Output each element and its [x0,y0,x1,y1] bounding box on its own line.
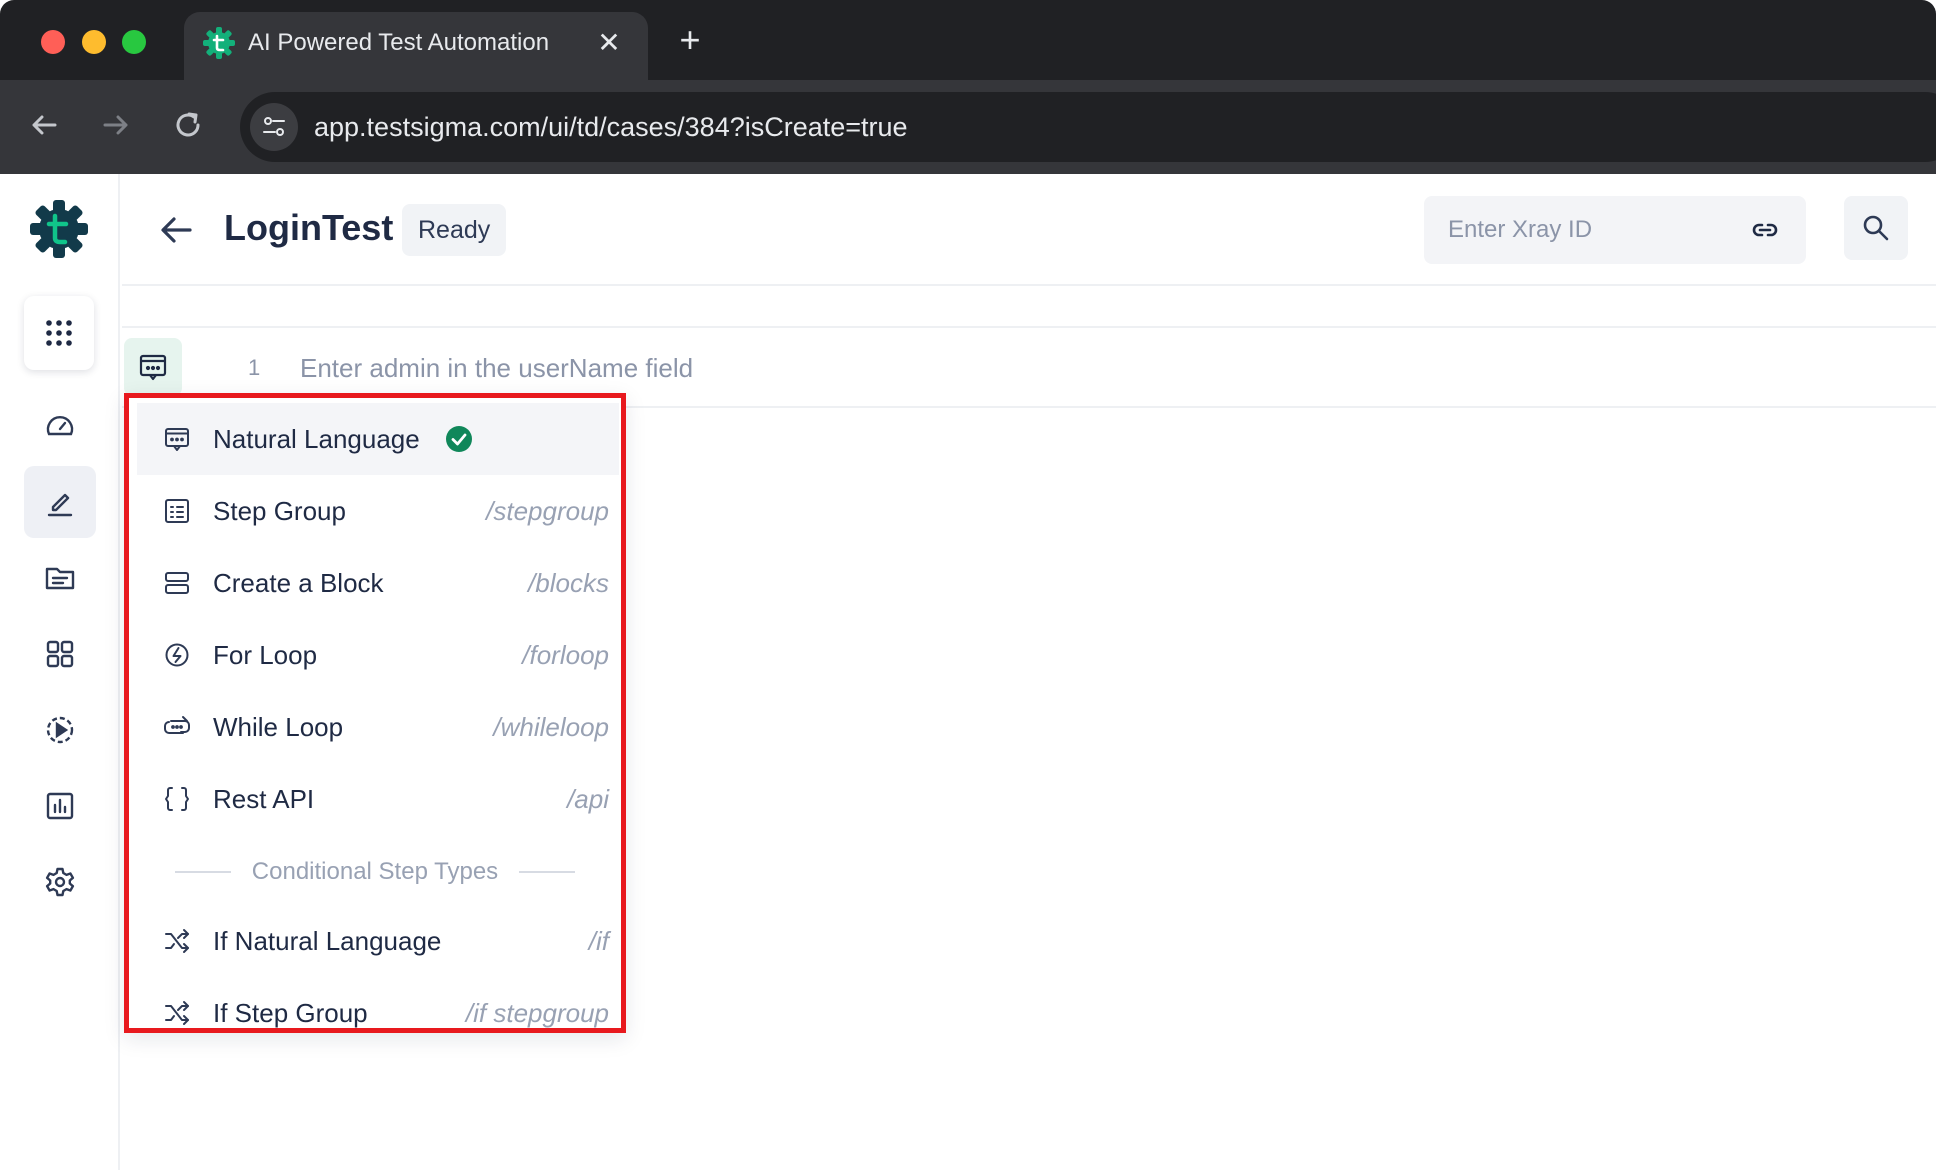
play-circle-icon [46,716,74,744]
url-text[interactable]: app.testsigma.com/ui/td/cases/384?isCrea… [314,110,908,144]
menu-item-shortcut: /api [567,784,609,814]
step-text[interactable]: Enter admin in the userName field [300,350,693,386]
browser-chrome: AI Powered Test Automation ✕ + app.tests… [0,0,1936,174]
menu-item-shortcut: /whileloop [493,712,609,742]
gear-icon [45,867,75,897]
natural-language-icon [165,428,189,451]
pencil-icon [47,493,73,517]
browser-toolbar: app.testsigma.com/ui/td/cases/384?isCrea… [0,80,1936,174]
step-type-button[interactable] [124,338,182,396]
menu-item-for-loop[interactable]: For Loop /forloop [137,619,619,691]
braces-icon [165,787,189,811]
check-circle-icon [446,426,472,452]
sidebar-item-test-data[interactable] [24,542,96,614]
menu-item-label: Natural Language [213,424,420,454]
sidebar-item-reports[interactable] [24,770,96,842]
testsigma-favicon-icon [203,27,235,59]
apps-grid-button[interactable] [24,296,94,370]
sidebar-item-addons[interactable] [24,618,96,690]
step-number: 1 [248,355,261,380]
sidebar-item-test-development[interactable] [24,466,96,538]
grid-dots-icon [46,320,72,346]
back-icon[interactable] [24,105,64,145]
search-button[interactable] [1844,196,1908,260]
tab-close-icon[interactable]: ✕ [594,28,624,58]
menu-item-label: For Loop [213,640,318,670]
shuffle-icon [165,929,189,953]
status-badge: Ready [402,204,507,256]
step-group-icon [165,499,189,523]
menu-item-label: If Natural Language [213,926,442,956]
tab-title: AI Powered Test Automation [248,29,550,56]
sidebar-item-dashboard[interactable] [24,390,96,462]
menu-item-rest-api[interactable]: Rest API /api [137,763,619,835]
testsigma-logo-icon[interactable] [28,198,90,260]
menu-item-step-group[interactable]: Step Group /stepgroup [137,475,619,547]
window-close-button[interactable] [41,30,65,54]
menu-item-create-block[interactable]: Create a Block /blocks [137,547,619,619]
sidebar-item-run[interactable] [24,694,96,766]
for-loop-icon [165,643,189,667]
menu-item-label: Step Group [213,496,346,526]
menu-item-shortcut: /forloop [522,640,609,670]
menu-item-if-step-group[interactable]: If Step Group /if stepgroup [137,977,619,1028]
browser-tab-active[interactable]: AI Powered Test Automation ✕ [184,12,648,80]
menu-item-shortcut: /blocks [528,568,609,598]
natural-language-icon [139,354,167,381]
menu-item-while-loop[interactable]: While Loop /whileloop [137,691,619,763]
new-tab-button[interactable]: + [672,22,708,58]
while-loop-icon [164,716,190,734]
search-icon [1863,215,1889,241]
page-title: LoginTest [224,207,394,248]
window-zoom-button[interactable] [122,30,146,54]
xray-id-input[interactable] [1448,210,1728,250]
back-arrow-icon[interactable] [156,210,196,250]
xray-id-field [1424,196,1806,264]
section-label: Conditional Step Types [251,858,499,885]
apps-icon [46,640,74,668]
shuffle-icon [165,1001,189,1025]
address-bar[interactable]: app.testsigma.com/ui/td/cases/384?isCrea… [240,92,1936,162]
reload-icon[interactable] [168,105,208,145]
page-header: LoginTest Ready [122,174,1936,286]
sidebar-item-settings[interactable] [24,846,96,918]
window-minimize-button[interactable] [82,30,106,54]
app-sidebar [0,174,120,1170]
speedometer-icon [46,416,74,436]
menu-item-shortcut: /stepgroup [486,496,609,526]
menu-item-shortcut: /if [588,926,609,956]
conditional-section-divider: Conditional Step Types [175,852,575,892]
site-info-icon[interactable] [250,103,298,151]
folder-icon [45,567,75,590]
menu-item-label: Create a Block [213,568,384,598]
menu-item-if-natural-language[interactable]: If Natural Language /if [137,905,619,977]
menu-item-label: If Step Group [213,998,368,1028]
link-icon[interactable] [1750,215,1780,245]
menu-item-label: Rest API [213,784,315,814]
bar-chart-icon [46,792,74,820]
step-type-dropdown: Natural Language Step Group /stepgroup C… [124,393,626,1033]
menu-item-label: While Loop [213,712,344,742]
menu-item-natural-language[interactable]: Natural Language [137,403,619,475]
forward-icon[interactable] [96,105,136,145]
divider-line [519,871,575,873]
block-icon [165,572,189,594]
menu-item-shortcut: /if stepgroup [465,998,609,1028]
